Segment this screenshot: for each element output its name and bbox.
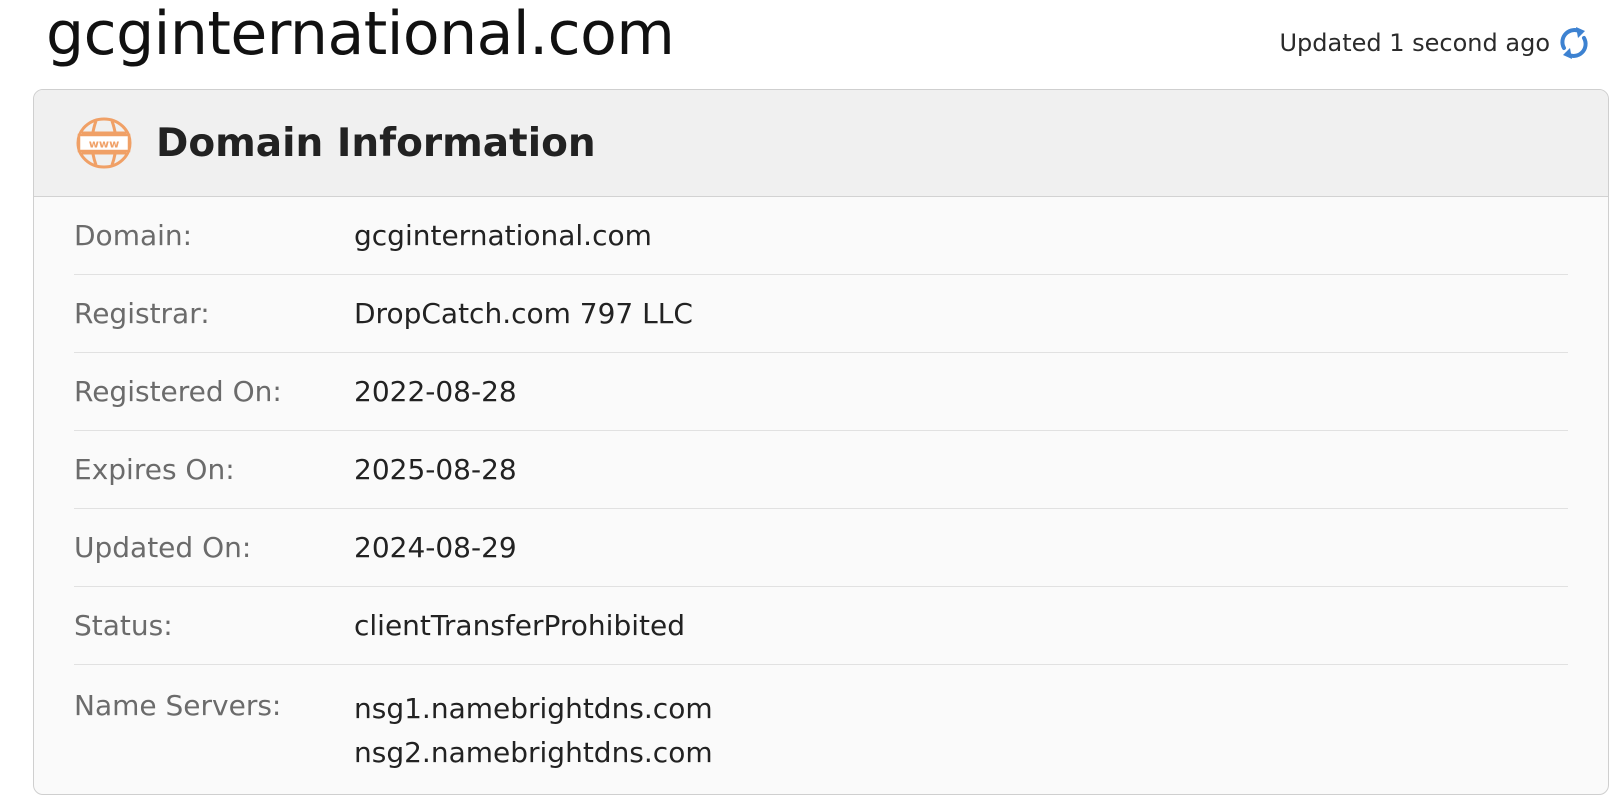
refresh-icon[interactable]	[1558, 24, 1590, 62]
row-value: DropCatch.com 797 LLC	[354, 297, 693, 330]
card-title: Domain Information	[156, 120, 596, 166]
row-registered-on: Registered On: 2022-08-28	[74, 353, 1568, 431]
row-value: clientTransferProhibited	[354, 609, 685, 642]
row-label: Registered On:	[74, 375, 282, 408]
domain-info-card: www Domain Information Domain: gcgintern…	[33, 89, 1609, 795]
page-title: gcginternational.com	[46, 0, 675, 69]
row-label: Updated On:	[74, 531, 252, 564]
row-domain: Domain: gcginternational.com	[74, 197, 1568, 275]
name-server-item: nsg1.namebrightdns.com	[354, 692, 713, 725]
row-label: Status:	[74, 609, 173, 642]
row-expires-on: Expires On: 2025-08-28	[74, 431, 1568, 509]
domain-info-list: Domain: gcginternational.com Registrar: …	[74, 197, 1568, 793]
row-label: Registrar:	[74, 297, 210, 330]
row-label: Name Servers:	[74, 689, 282, 722]
row-value: 2025-08-28	[354, 453, 517, 486]
row-value: 2022-08-28	[354, 375, 517, 408]
www-globe-icon: www	[74, 116, 134, 170]
name-server-list: nsg1.namebrightdns.com nsg2.namebrightdn…	[354, 687, 713, 775]
name-server-item: nsg2.namebrightdns.com	[354, 736, 713, 769]
card-header: www Domain Information	[34, 90, 1608, 197]
row-label: Domain:	[74, 219, 193, 252]
row-value: 2024-08-29	[354, 531, 517, 564]
row-name-servers: Name Servers: nsg1.namebrightdns.com nsg…	[74, 665, 1568, 793]
row-label: Expires On:	[74, 453, 235, 486]
svg-text:www: www	[89, 138, 120, 151]
row-updated-on: Updated On: 2024-08-29	[74, 509, 1568, 587]
row-value: gcginternational.com	[354, 219, 652, 252]
updated-status: Updated 1 second ago	[1279, 24, 1590, 62]
row-registrar: Registrar: DropCatch.com 797 LLC	[74, 275, 1568, 353]
updated-text: Updated 1 second ago	[1279, 29, 1550, 57]
row-status: Status: clientTransferProhibited	[74, 587, 1568, 665]
